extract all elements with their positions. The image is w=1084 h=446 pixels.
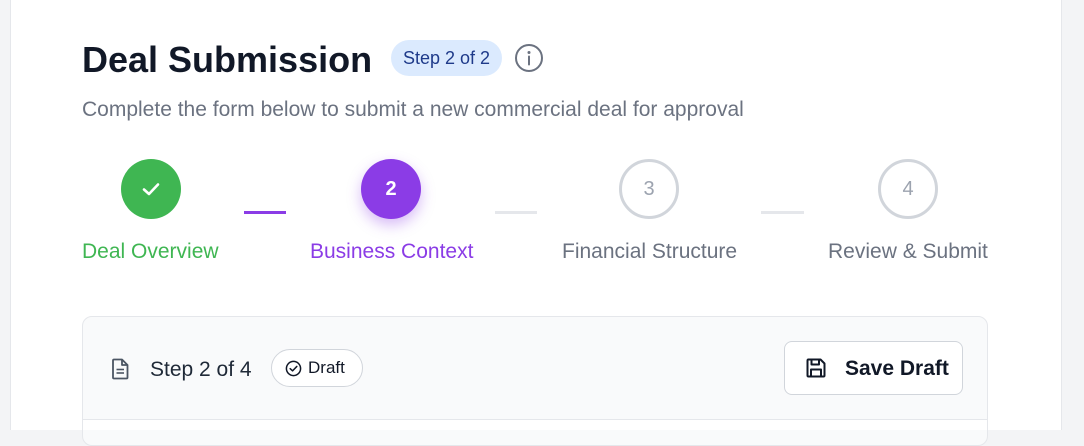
step-label-deal-overview[interactable]: Deal Overview (82, 239, 219, 265)
info-icon[interactable] (514, 43, 544, 73)
step-3-circle[interactable]: 3 (619, 159, 679, 219)
check-icon (142, 183, 160, 196)
step-connector-2 (495, 211, 537, 214)
save-draft-button[interactable]: Save Draft (784, 341, 963, 395)
step-label-review-submit[interactable]: Review & Submit (828, 239, 988, 265)
step-label-business-context[interactable]: Business Context (310, 239, 473, 265)
document-icon (112, 358, 129, 380)
draft-status-badge: Draft (271, 349, 363, 387)
page-subtitle: Complete the form below to submit a new … (82, 98, 744, 121)
step-1-complete-circle[interactable] (121, 159, 181, 219)
step-connector-1 (244, 211, 286, 214)
page-title: Deal Submission (82, 39, 373, 80)
save-icon (806, 358, 826, 378)
save-draft-label: Save Draft (845, 357, 949, 380)
card-step-text: Step 2 of 4 (150, 358, 252, 381)
step-connector-3 (761, 211, 804, 214)
step-2-active-circle[interactable]: 2 (361, 159, 421, 219)
check-circle-icon (285, 360, 302, 377)
step-indicator-badge: Step 2 of 2 (391, 40, 503, 76)
card-body (83, 420, 987, 430)
step-label-financial-structure[interactable]: Financial Structure (562, 239, 737, 265)
step-4-circle[interactable]: 4 (878, 159, 938, 219)
draft-badge-label: Draft (308, 358, 345, 377)
